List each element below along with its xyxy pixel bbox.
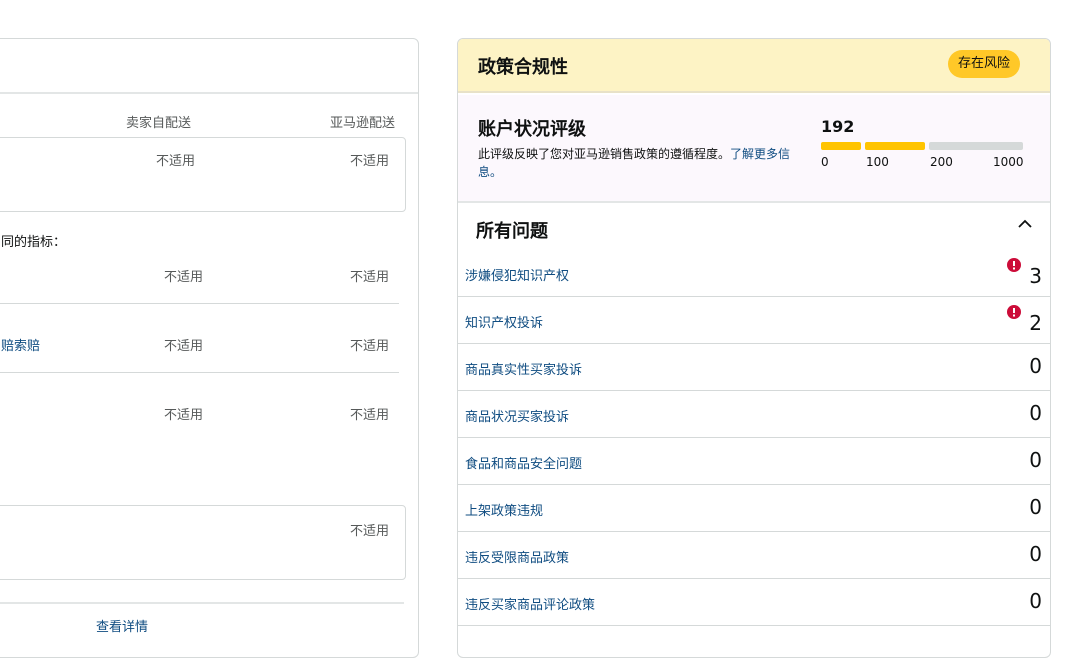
view-details-link[interactable]: 查看详情 [96, 616, 148, 635]
column-header-self-ship: 卖家自配送 [126, 116, 192, 131]
issue-count: 0 [1029, 354, 1042, 378]
status-badge: 存在风险 [947, 50, 1020, 78]
all-issues-title: 所有问题 [476, 221, 548, 242]
issue-label-link[interactable]: 违反受限商品政策 [465, 547, 569, 566]
account-performance-card: 卖家自配送 亚马逊配送 不适用 不适用 同的指标： 不适用 不适用 赔索赔 不适… [0, 38, 419, 658]
issue-row[interactable]: 违反受限商品政策 0 [458, 532, 1050, 579]
health-tick-0: 0 [821, 155, 829, 169]
issue-row[interactable]: 商品真实性买家投诉 0 [458, 344, 1050, 391]
alert-icon [1007, 305, 1021, 319]
issue-count: 0 [1029, 542, 1042, 566]
value-self-ship: 不适用 [156, 154, 196, 169]
value-self-ship: 不适用 [164, 270, 204, 285]
issue-row[interactable]: 知识产权投诉 2 [458, 297, 1050, 344]
row-divider [0, 303, 399, 304]
policy-header: 政策合规性 存在风险 [458, 39, 1050, 93]
health-tick-200: 200 [930, 155, 953, 169]
metric-box-2: 不适用 [0, 505, 406, 580]
issue-row[interactable]: 上架政策违规 0 [458, 485, 1050, 532]
policy-title: 政策合规性 [478, 57, 568, 78]
value-self-ship: 不适用 [164, 408, 204, 423]
issue-count: 2 [1029, 311, 1042, 335]
chevron-up-icon[interactable] [1016, 215, 1034, 233]
account-health-title: 账户状况评级 [478, 119, 586, 140]
value-fba: 不适用 [350, 270, 390, 285]
metric-box-1: 不适用 不适用 [0, 137, 406, 212]
issue-label-link[interactable]: 商品真实性买家投诉 [465, 359, 582, 378]
issue-label-link[interactable]: 上架政策违规 [465, 500, 543, 519]
value-fba: 不适用 [350, 524, 390, 539]
account-health-description: 此评级反映了您对亚马逊销售政策的遵循程度。了解更多信息。 [478, 145, 796, 181]
issue-label-link[interactable]: 涉嫌侵犯知识产权 [465, 265, 569, 284]
issue-count: 0 [1029, 589, 1042, 613]
issue-label-link[interactable]: 食品和商品安全问题 [465, 453, 582, 472]
metric-subtitle: 同的指标： [1, 235, 67, 250]
issue-label-link[interactable]: 违反买家商品评论政策 [465, 594, 595, 613]
account-health-section: 账户状况评级 此评级反映了您对亚马逊销售政策的遵循程度。了解更多信息。 192 … [458, 95, 1050, 203]
health-bar-segment-3 [929, 142, 1023, 150]
alert-icon [1007, 258, 1021, 272]
issue-label-link[interactable]: 知识产权投诉 [465, 312, 543, 331]
value-fba: 不适用 [350, 339, 390, 354]
issue-count: 0 [1029, 401, 1042, 425]
issue-label-link[interactable]: 商品状况买家投诉 [465, 406, 569, 425]
issue-count: 0 [1029, 448, 1042, 472]
column-header-fba: 亚马逊配送 [330, 116, 396, 131]
claims-link[interactable]: 赔索赔 [1, 335, 40, 354]
policy-compliance-card: 政策合规性 存在风险 账户状况评级 此评级反映了您对亚马逊销售政策的遵循程度。了… [457, 38, 1051, 658]
header-divider [0, 92, 418, 94]
issue-row[interactable]: 食品和商品安全问题 0 [458, 438, 1050, 485]
value-fba: 不适用 [350, 154, 390, 169]
issue-row[interactable]: 涉嫌侵犯知识产权 3 [458, 250, 1050, 297]
health-tick-1000: 1000 [993, 155, 1024, 169]
row-divider [0, 372, 399, 373]
issue-count: 3 [1029, 264, 1042, 288]
value-fba: 不适用 [350, 408, 390, 423]
health-bar-segment-1 [821, 142, 861, 150]
issue-row[interactable]: 商品状况买家投诉 0 [458, 391, 1050, 438]
health-score: 192 [821, 117, 855, 136]
value-self-ship: 不适用 [164, 339, 204, 354]
health-desc-text: 此评级反映了您对亚马逊销售政策的遵循程度。 [478, 147, 731, 161]
footer-divider [0, 602, 404, 604]
issue-row[interactable]: 违反买家商品评论政策 0 [458, 579, 1050, 626]
health-tick-100: 100 [866, 155, 889, 169]
health-bar-segment-2 [865, 142, 925, 150]
issue-count: 0 [1029, 495, 1042, 519]
